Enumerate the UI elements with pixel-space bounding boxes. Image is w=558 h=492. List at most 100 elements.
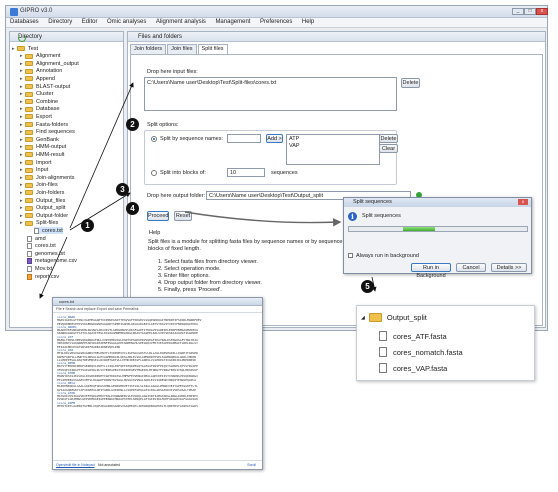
tab-join-folders[interactable]: Join folders bbox=[130, 44, 167, 54]
cancel-button[interactable]: Cancel bbox=[456, 263, 486, 272]
tree-item-label: Alignment bbox=[36, 53, 61, 60]
tree-folder-item[interactable]: ▸ Output-folder bbox=[20, 212, 68, 219]
tree-file-item[interactable]: amd bbox=[27, 235, 46, 242]
blocks-size-input[interactable]: 10 bbox=[227, 168, 265, 177]
tree-folder-item[interactable]: ▸ Alignment bbox=[20, 53, 60, 60]
maximize-button[interactable]: □ bbox=[524, 8, 536, 15]
tree-file-item[interactable]: metagenome.csv bbox=[27, 258, 77, 265]
tree-folder-item[interactable]: ▸ HMM-result bbox=[20, 151, 64, 158]
tree-folder-item[interactable]: ▸ Combine bbox=[20, 98, 58, 105]
output-file-item[interactable]: cores_VAP.fasta bbox=[379, 363, 447, 373]
sequences-label: sequences bbox=[271, 170, 298, 176]
delete-name-button[interactable]: Delete bbox=[379, 134, 398, 143]
input-files-label: Drop here input files: bbox=[147, 69, 198, 75]
reset-button[interactable]: Reset bbox=[174, 211, 192, 221]
menu-preferences[interactable]: Preferences bbox=[256, 18, 296, 26]
collapse-arrow-icon[interactable]: ◢ bbox=[361, 315, 365, 321]
input-files-drop-area[interactable]: C:\Users\Name user\Desktop\Test\Split-fi… bbox=[144, 77, 397, 111]
subtab-bar: Join folders Join files Split files bbox=[130, 44, 228, 54]
details-button[interactable]: Details >> bbox=[491, 263, 527, 272]
output-file-item[interactable]: cores_ATF.fasta bbox=[379, 331, 447, 341]
list-item[interactable]: ATP bbox=[289, 136, 299, 142]
folder-icon bbox=[25, 144, 33, 150]
tree-folder-item[interactable]: ▸ Input bbox=[20, 167, 48, 174]
split-sequences-dialog: Split sequences x i Split sequences Alwa… bbox=[343, 197, 532, 279]
tab-split-files[interactable]: Split files bbox=[197, 44, 228, 54]
tree-folder-item[interactable]: ▸ BLAST-output bbox=[20, 83, 70, 90]
menu-databases[interactable]: Databases bbox=[6, 18, 43, 26]
tree-folder-item[interactable]: ▸ Split-files bbox=[20, 220, 58, 227]
tree-folder-item[interactable]: ▸ Alignment_output bbox=[20, 60, 79, 67]
tree-file-item[interactable]: genomes.txt bbox=[27, 250, 65, 257]
menu-management[interactable]: Management bbox=[211, 18, 254, 26]
tree-item-label: Output-folder bbox=[36, 212, 69, 219]
proceed-button[interactable]: Proceed bbox=[147, 211, 169, 221]
file-icon bbox=[27, 243, 32, 250]
folder-icon bbox=[25, 106, 33, 112]
tree-folder-item[interactable]: ▸ Annotation bbox=[20, 68, 62, 75]
tree-file-item[interactable]: Mov.txt bbox=[27, 265, 52, 272]
sequence-name-input[interactable] bbox=[227, 134, 261, 143]
tree-item-label: genomes.txt bbox=[35, 250, 65, 257]
output-folder-item[interactable]: ◢ Output_split bbox=[361, 313, 427, 322]
tree-folder-item[interactable]: ▸ Cluster bbox=[20, 91, 53, 98]
close-button[interactable]: x bbox=[536, 8, 548, 15]
viewer-tab-label[interactable]: cores.txt bbox=[59, 299, 74, 304]
sequence-names-list[interactable]: ATP VAP bbox=[286, 134, 380, 165]
step-badge-2: 2 bbox=[126, 118, 139, 131]
output-file-item[interactable]: cores_nomatch.fasta bbox=[379, 347, 463, 357]
output-folder-name: Output_split bbox=[386, 313, 427, 322]
folder-icon bbox=[25, 76, 33, 82]
folder-icon bbox=[25, 68, 33, 74]
tree-folder-item[interactable]: ▸ Append bbox=[20, 75, 55, 82]
tree-root-folder[interactable]: ▸ Test bbox=[12, 45, 38, 52]
folder-icon bbox=[368, 313, 382, 322]
menu-omic-analyses[interactable]: Omic analyses bbox=[103, 18, 150, 26]
split-by-names-radio[interactable] bbox=[151, 136, 157, 142]
menu-editor[interactable]: Editor bbox=[78, 18, 102, 26]
list-item[interactable]: VAP bbox=[289, 143, 300, 149]
tab-join-files[interactable]: Join files bbox=[167, 44, 197, 54]
split-into-blocks-radio[interactable] bbox=[151, 170, 157, 176]
tree-folder-item[interactable]: ▸ Join-alignments bbox=[20, 174, 75, 181]
always-background-checkbox[interactable] bbox=[348, 253, 353, 258]
tree-folder-item[interactable]: ▸ GenBank bbox=[20, 136, 59, 143]
open-in-notepad-link[interactable]: Open/edit file in Notepad bbox=[56, 463, 95, 467]
add-name-button[interactable]: Add > bbox=[266, 134, 283, 143]
tree-folder-item[interactable]: ▸ HMM-output bbox=[20, 144, 66, 151]
tree-item-label: Fasta-folders bbox=[36, 121, 69, 128]
tree-folder-item[interactable]: ▸ Fasta-folders bbox=[20, 121, 68, 128]
tree-folder-item[interactable]: ▸ Import bbox=[20, 159, 52, 166]
tree-folder-item[interactable]: ▸ Database bbox=[20, 106, 60, 113]
tree-file-item[interactable]: cores.txt bbox=[34, 227, 63, 235]
directory-tab[interactable]: Directory bbox=[10, 32, 123, 42]
refresh-icon[interactable] bbox=[18, 34, 26, 42]
split-options-label: Split options: bbox=[147, 122, 179, 128]
tree-folder-item[interactable]: ▸ Find sequences bbox=[20, 129, 75, 136]
sequence-viewer-window: cores.txt File ▾ Search and replace Expo… bbox=[52, 297, 263, 470]
menu-alignment-analysis[interactable]: Alignment analysis bbox=[152, 18, 210, 26]
tree-file-item[interactable]: report.csv bbox=[27, 273, 59, 280]
menu-directory[interactable]: Directory bbox=[44, 18, 76, 26]
tree-folder-item[interactable]: ▸ Output_files bbox=[20, 197, 65, 204]
tree-folder-item[interactable]: ▸ Export bbox=[20, 113, 52, 120]
tree-item-label: Alignment_output bbox=[36, 60, 79, 67]
scroll-link[interactable]: Scroll bbox=[247, 463, 256, 467]
tree-folder-item[interactable]: ▸ Join-folders bbox=[20, 189, 64, 196]
delete-input-button[interactable]: Delete bbox=[401, 78, 420, 88]
tree-folder-item[interactable]: ▸ Join-files bbox=[20, 182, 58, 189]
tree-file-item[interactable]: cores.txt bbox=[27, 243, 56, 250]
menu-help[interactable]: Help bbox=[298, 18, 318, 26]
clear-names-button[interactable]: Clear bbox=[379, 144, 398, 153]
sequence-text-area[interactable]: >core_DNAK MAKVIGIDLGTTNSCVAIMEGGQPTVIPNS… bbox=[57, 316, 258, 456]
files-and-folders-tab[interactable]: Files and folders bbox=[128, 32, 545, 42]
tree-item-label: Database bbox=[36, 106, 60, 113]
viewer-toolbar[interactable]: File ▾ Search and replace Export and sav… bbox=[53, 306, 262, 313]
file-icon bbox=[34, 227, 39, 234]
minimize-button[interactable]: _ bbox=[512, 8, 524, 15]
files-and-folders-panel: Files and folders Join folders Join file… bbox=[127, 31, 546, 328]
step-badge-5: 5 bbox=[361, 280, 374, 293]
run-in-background-button[interactable]: Run in Background bbox=[411, 263, 451, 279]
tree-folder-item[interactable]: ▸ Output_split bbox=[20, 205, 65, 212]
dialog-close-button[interactable]: x bbox=[518, 199, 528, 205]
